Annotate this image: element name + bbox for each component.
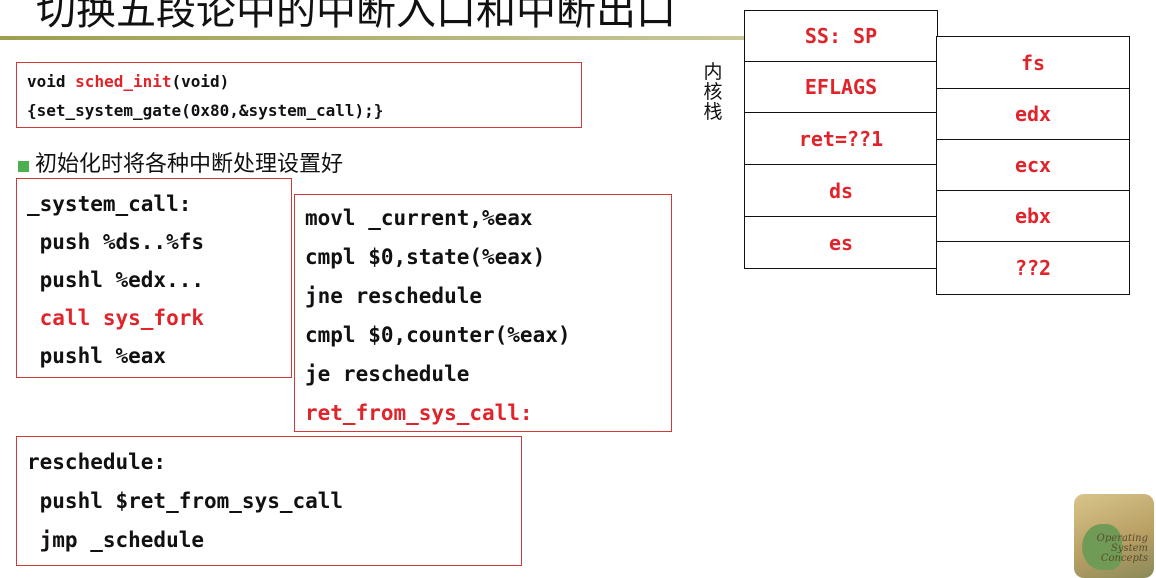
bullet-item: 初始化时将各种中断处理设置好 (18, 146, 343, 178)
bullet-text: 初始化时将各种中断处理设置好 (35, 152, 344, 177)
slide-title: 切换五段论中的中断入口和中断出口 (36, 0, 676, 34)
stack-cell-ss-sp: SS: SP (744, 10, 938, 62)
stack-cell-eflags: EFLAGS (744, 61, 938, 113)
logo-text: Operating System Concepts (1096, 533, 1148, 564)
operating-system-concepts-logo: Operating System Concepts (1074, 494, 1154, 578)
code-line: je reschedule (305, 362, 470, 386)
code-line: cmpl $0,counter(%eax) (305, 323, 571, 347)
stack-cell-fs: fs (936, 36, 1130, 89)
code-line-call-sys-fork: call sys_fork (27, 306, 205, 330)
stack-cell-ret1: ret=??1 (744, 112, 938, 165)
reschedule-code-box: reschedule: pushl $ret_from_sys_call jmp… (16, 436, 522, 566)
stack-cell-ds: ds (744, 164, 938, 217)
stack-cell-es: es (744, 216, 938, 269)
code-line: push %ds..%fs (27, 230, 205, 254)
code-line-ret-from-sys-call: ret_from_sys_call: (305, 401, 533, 425)
system-call-code-box: _system_call: push %ds..%fs pushl %edx..… (16, 178, 292, 378)
sched-init-function: sched_init (75, 72, 172, 91)
code-line-sched-init: void sched_init(void) (27, 72, 230, 91)
code-line: reschedule: (27, 450, 167, 474)
code-line-set-system-gate: {set_system_gate(0x80,&system_call);} (27, 101, 384, 120)
kernel-stack-label: 内核栈 (703, 61, 723, 123)
code-line: pushl $ret_from_sys_call (27, 489, 344, 513)
code-line: cmpl $0,state(%eax) (305, 245, 546, 269)
bullet-square-icon (18, 160, 29, 172)
code-line: pushl %edx... (27, 268, 205, 292)
schedule-check-code-box: movl _current,%eaxcmpl $0,state(%eax) jne… (294, 194, 672, 432)
code-line: pushl %eax (27, 344, 167, 368)
title-underline (0, 36, 760, 40)
sched-init-code-box: void sched_init(void) {set_system_gate(0x… (16, 62, 582, 128)
stack-cell-ebx: ebx (936, 190, 1130, 242)
stack-cell-edx: edx (936, 88, 1130, 140)
stack-cell-unknown2: ??2 (936, 241, 1130, 295)
code-line: _system_call: (27, 192, 192, 216)
stack-cell-ecx: ecx (936, 139, 1130, 191)
code-line: jmp _schedule (27, 528, 205, 552)
code-line: movl _current,%eax (305, 206, 533, 230)
code-line: jne reschedule (305, 284, 483, 308)
